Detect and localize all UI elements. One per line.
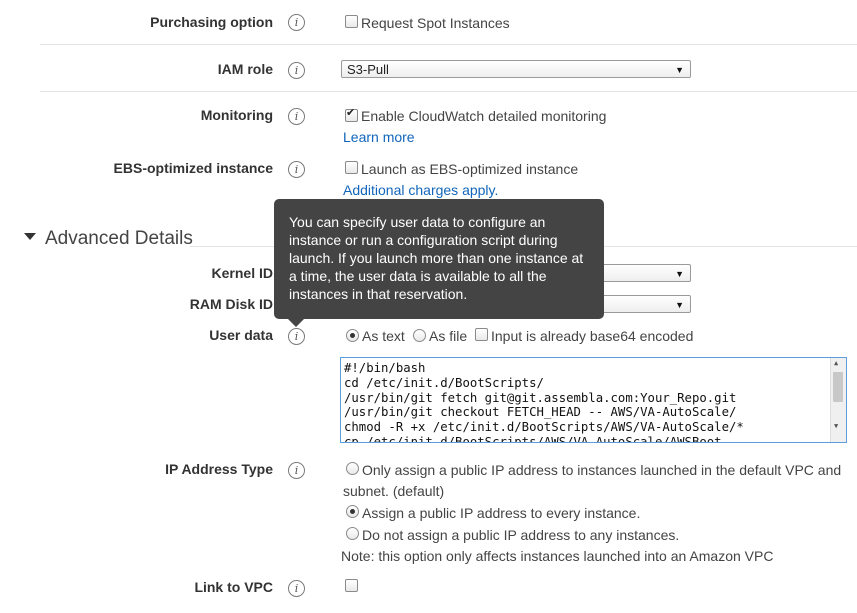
- user-data-info-icon[interactable]: i: [288, 328, 305, 345]
- tooltip-arrow: [287, 318, 305, 327]
- ip-info-icon[interactable]: i: [288, 462, 305, 479]
- additional-charges-link[interactable]: Additional charges apply.: [343, 182, 498, 198]
- scroll-up-icon[interactable]: ▲: [834, 359, 838, 367]
- iam-role-select[interactable]: S3-Pull ▼: [341, 60, 691, 78]
- cloudwatch-label: Enable CloudWatch detailed monitoring: [361, 108, 607, 124]
- user-data-tooltip: You can specify user data to configure a…: [274, 199, 604, 327]
- link-to-vpc-checkbox[interactable]: [345, 579, 358, 592]
- scroll-down-icon[interactable]: ▼: [834, 422, 838, 430]
- learn-more-link[interactable]: Learn more: [343, 129, 415, 145]
- ip-assign-radio[interactable]: [346, 505, 359, 518]
- divider: [40, 44, 857, 45]
- purchasing-option-label: Purchasing option: [150, 14, 273, 30]
- advanced-details-toggle[interactable]: Advanced Details: [24, 228, 193, 250]
- user-data-scrollbar[interactable]: ▲ ▼: [830, 358, 846, 442]
- ip-note: Note: this option only affects instances…: [341, 548, 774, 564]
- ip-none-radio[interactable]: [346, 527, 359, 540]
- iam-info-icon[interactable]: i: [288, 62, 305, 79]
- kernel-id-label: Kernel ID: [211, 265, 273, 281]
- chevron-down-icon: ▼: [675, 300, 684, 310]
- user-data-content[interactable]: #!/bin/bash cd /etc/init.d/BootScripts/ …: [341, 358, 846, 442]
- link-to-vpc-label: Link to VPC: [194, 579, 273, 595]
- as-file-radio[interactable]: [413, 329, 426, 342]
- ebs-optimized-checkbox[interactable]: [345, 161, 358, 174]
- ram-disk-id-label: RAM Disk ID: [189, 296, 273, 312]
- divider: [40, 91, 857, 92]
- iam-role-value: S3-Pull: [347, 62, 389, 77]
- ebs-optimized-text: Launch as EBS-optimized instance: [361, 161, 579, 177]
- user-data-textarea[interactable]: #!/bin/bash cd /etc/init.d/BootScripts/ …: [340, 357, 847, 443]
- iam-role-label: IAM role: [217, 61, 273, 77]
- as-text-label: As text: [362, 328, 405, 344]
- ip-default-label-line1: Only assign a public IP address to insta…: [362, 462, 842, 478]
- as-file-label: As file: [429, 328, 468, 344]
- caret-down-icon: [24, 233, 36, 241]
- request-spot-label: Request Spot Instances: [361, 15, 510, 31]
- user-data-label: User data: [209, 327, 273, 343]
- request-spot-checkbox[interactable]: [345, 15, 358, 28]
- ip-address-type-label: IP Address Type: [165, 461, 273, 477]
- monitoring-label: Monitoring: [200, 107, 273, 123]
- scroll-thumb[interactable]: [833, 372, 843, 402]
- ip-default-radio[interactable]: [346, 462, 359, 475]
- as-text-radio[interactable]: [346, 329, 359, 342]
- ip-assign-label: Assign a public IP address to every inst…: [362, 505, 641, 521]
- monitoring-info-icon[interactable]: i: [288, 108, 305, 125]
- chevron-down-icon: ▼: [675, 65, 684, 75]
- ip-default-label-line2: subnet. (default): [343, 483, 445, 499]
- advanced-details-title: Advanced Details: [45, 228, 193, 249]
- ebs-optimized-label: EBS-optimized instance: [113, 160, 273, 176]
- chevron-down-icon: ▼: [675, 269, 684, 279]
- vpc-info-icon[interactable]: i: [288, 580, 305, 597]
- ip-none-label: Do not assign a public IP address to any…: [362, 527, 680, 543]
- tooltip-text: You can specify user data to configure a…: [289, 214, 584, 302]
- base64-checkbox[interactable]: [475, 328, 488, 341]
- base64-label: Input is already base64 encoded: [491, 328, 694, 344]
- cloudwatch-checkbox[interactable]: [345, 106, 358, 122]
- purchasing-info-icon[interactable]: i: [288, 14, 305, 31]
- ebs-info-icon[interactable]: i: [288, 161, 305, 178]
